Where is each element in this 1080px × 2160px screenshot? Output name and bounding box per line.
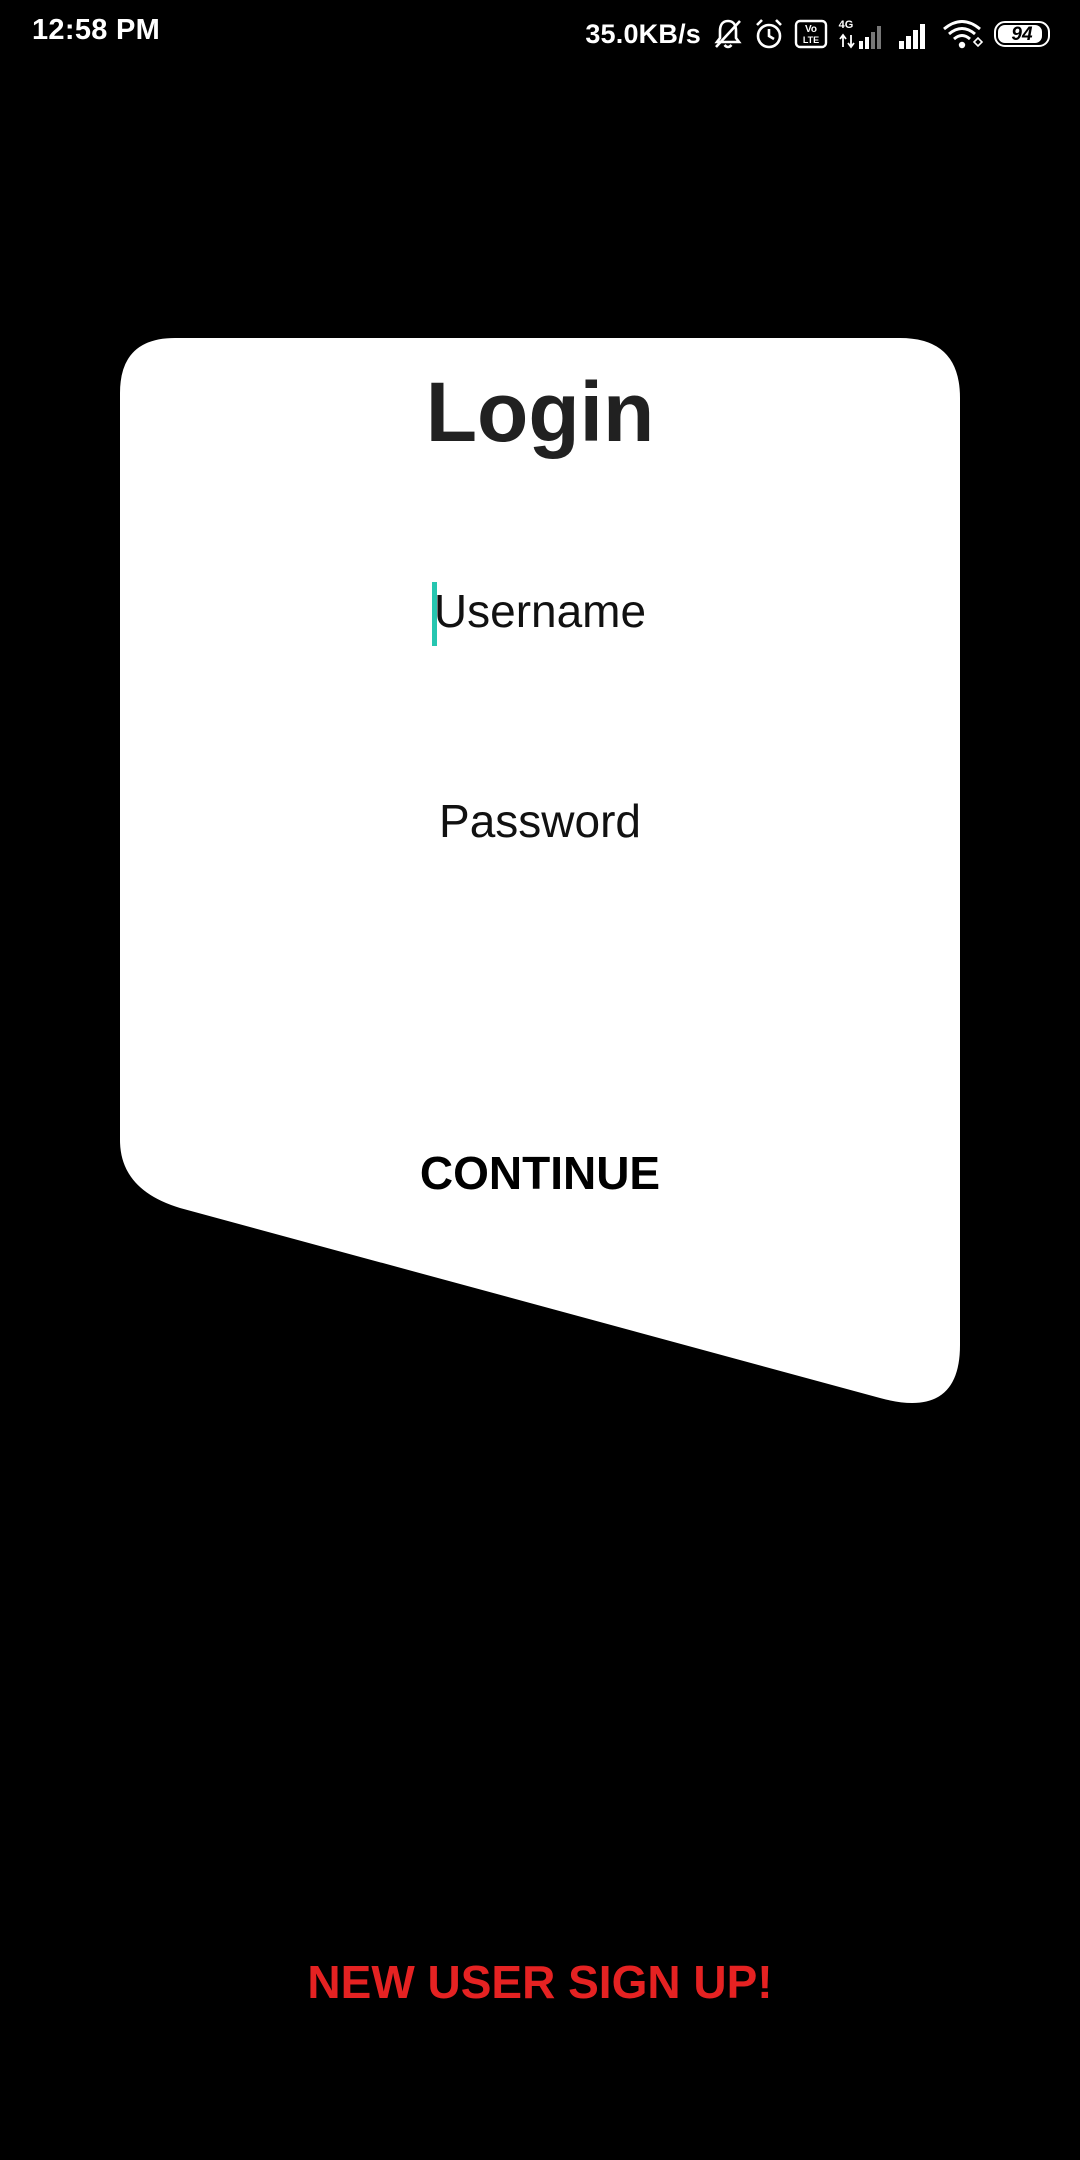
- username-input[interactable]: [340, 576, 740, 646]
- password-input[interactable]: [340, 786, 740, 856]
- login-card: Login CONTINUE: [120, 338, 960, 1403]
- username-field[interactable]: [340, 576, 740, 646]
- page-title: Login: [425, 365, 655, 459]
- continue-button[interactable]: CONTINUE: [340, 1138, 740, 1208]
- text-cursor: [432, 582, 437, 646]
- battery-level: 94: [1011, 23, 1033, 45]
- password-field[interactable]: [340, 786, 740, 856]
- new-user-signup-link[interactable]: NEW USER SIGN UP!: [240, 1955, 840, 2015]
